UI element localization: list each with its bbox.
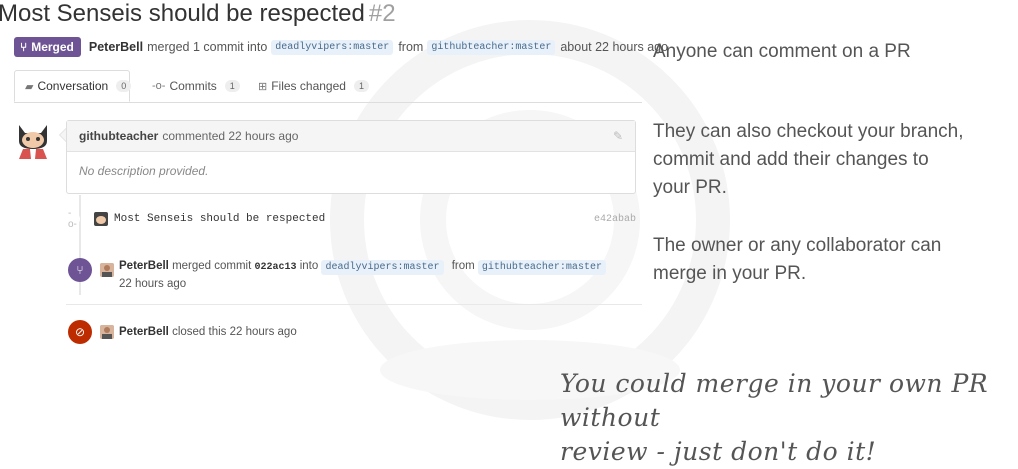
- closed-circle-slash-icon: ⊘: [68, 320, 92, 344]
- file-diff-icon: ⊞: [258, 80, 268, 93]
- tab-commits-count: 1: [224, 80, 240, 92]
- pr-author-link[interactable]: PeterBell: [89, 40, 143, 54]
- merge-icon: ⑂: [20, 40, 28, 54]
- merge-event-text2: into: [299, 260, 319, 272]
- peterbell-avatar[interactable]: [100, 263, 114, 277]
- commit-dot-icon: -o-: [68, 208, 80, 230]
- tab-files-count: 1: [353, 80, 369, 92]
- note-checkout: They can also checkout your branch, comm…: [653, 118, 964, 202]
- merge-event-text: PeterBell merged commit 022ac13 into dea…: [119, 258, 611, 293]
- close-event: ⊘ PeterBell closed this 22 hours ago: [68, 320, 297, 344]
- merge-event: ⑂ PeterBell merged commit 022ac13 into d…: [68, 258, 611, 293]
- tab-conversation[interactable]: ▰ Conversation 0: [14, 70, 132, 102]
- note-checkout-line3: your PR.: [653, 177, 727, 198]
- merge-event-user-link[interactable]: PeterBell: [119, 260, 169, 272]
- timeline-divider: [66, 304, 642, 305]
- commit-message-link[interactable]: Most Senseis should be respected: [114, 213, 325, 225]
- head-branch[interactable]: githubteacher:master: [427, 39, 556, 55]
- pr-title-text: Most Senseis should be respected: [0, 0, 365, 27]
- commit-row[interactable]: -o- Most Senseis should be respected e42…: [68, 208, 638, 230]
- comment-body: No description provided.: [79, 164, 209, 178]
- merge-event-head-branch[interactable]: githubteacher:master: [477, 260, 606, 275]
- merged-badge-label: Merged: [31, 40, 74, 54]
- pr-tabs: ▰ Conversation 0 -o- Commits 1 ⊞ Files c…: [14, 70, 642, 103]
- note-comment: Anyone can comment on a PR: [653, 38, 911, 66]
- base-branch[interactable]: deadlyvipers:master: [271, 39, 394, 55]
- handwritten-line1: You could merge in your own PR without: [560, 369, 989, 432]
- merge-event-text1: merged commit: [172, 260, 252, 272]
- close-event-text: PeterBell closed this 22 hours ago: [119, 324, 297, 341]
- commit-icon: -o-: [152, 80, 166, 92]
- pr-from-text: from: [398, 40, 424, 54]
- comment-action: commented 22 hours ago: [162, 129, 299, 143]
- conversation-icon: ▰: [25, 80, 34, 93]
- peterbell-avatar-2[interactable]: [100, 325, 114, 339]
- note-merge-line2: merge in your PR.: [653, 263, 807, 284]
- merge-event-base-branch[interactable]: deadlyvipers:master: [321, 260, 444, 275]
- note-checkout-line2: commit and add their changes to: [653, 149, 929, 170]
- octocat-avatar-icon: [19, 125, 47, 159]
- merge-event-sha-link[interactable]: 022ac13: [255, 262, 297, 273]
- merge-event-icon: ⑂: [68, 258, 92, 282]
- tab-conversation-label: Conversation: [37, 79, 109, 93]
- merge-event-time: 22 hours ago: [119, 278, 187, 290]
- octocat-small-icon: [94, 212, 108, 226]
- tab-conversation-count: 0: [116, 80, 132, 92]
- pr-merge-text: merged 1 commit into: [147, 40, 268, 54]
- merge-event-text3: from: [451, 260, 475, 272]
- person-avatar-icon: [100, 325, 114, 339]
- note-comment-text: Anyone can comment on a PR: [653, 41, 911, 62]
- note-merge: The owner or any collaborator can merge …: [653, 232, 941, 288]
- comment-box: githubteacher commented 22 hours ago ✎ N…: [66, 120, 636, 194]
- tab-commits-label: Commits: [169, 79, 217, 93]
- handwritten-line2: review - just don't do it!: [560, 437, 877, 466]
- comment-author-link[interactable]: githubteacher: [79, 129, 158, 143]
- pr-title: Most Senseis should be respected #2: [0, 0, 396, 28]
- edit-pencil-icon[interactable]: ✎: [613, 129, 623, 143]
- close-event-action: closed this 22 hours ago: [172, 326, 297, 338]
- pr-number: #2: [368, 0, 396, 27]
- avatar[interactable]: [13, 119, 53, 159]
- close-event-user-link[interactable]: PeterBell: [119, 326, 169, 338]
- merged-badge: ⑂ Merged: [14, 37, 81, 57]
- commit-author-avatar[interactable]: [94, 212, 108, 226]
- comment-header: githubteacher commented 22 hours ago ✎: [67, 121, 635, 152]
- pr-time: about 22 hours ago: [560, 40, 669, 54]
- pr-meta: ⑂ Merged PeterBell merged 1 commit into …: [14, 36, 672, 58]
- person-avatar-icon: [100, 263, 114, 277]
- tab-commits[interactable]: -o- Commits 1: [152, 70, 240, 102]
- slide: Most Senseis should be respected #2 ⑂ Mer…: [0, 0, 1018, 466]
- tab-files-changed[interactable]: ⊞ Files changed 1: [258, 70, 369, 102]
- note-checkout-line1: They can also checkout your branch,: [653, 121, 964, 142]
- tab-files-label: Files changed: [271, 79, 346, 93]
- note-merge-line1: The owner or any collaborator can: [653, 235, 942, 256]
- commit-sha-link[interactable]: e42abab: [594, 214, 636, 225]
- handwritten-note: You could merge in your own PR without r…: [560, 367, 1018, 469]
